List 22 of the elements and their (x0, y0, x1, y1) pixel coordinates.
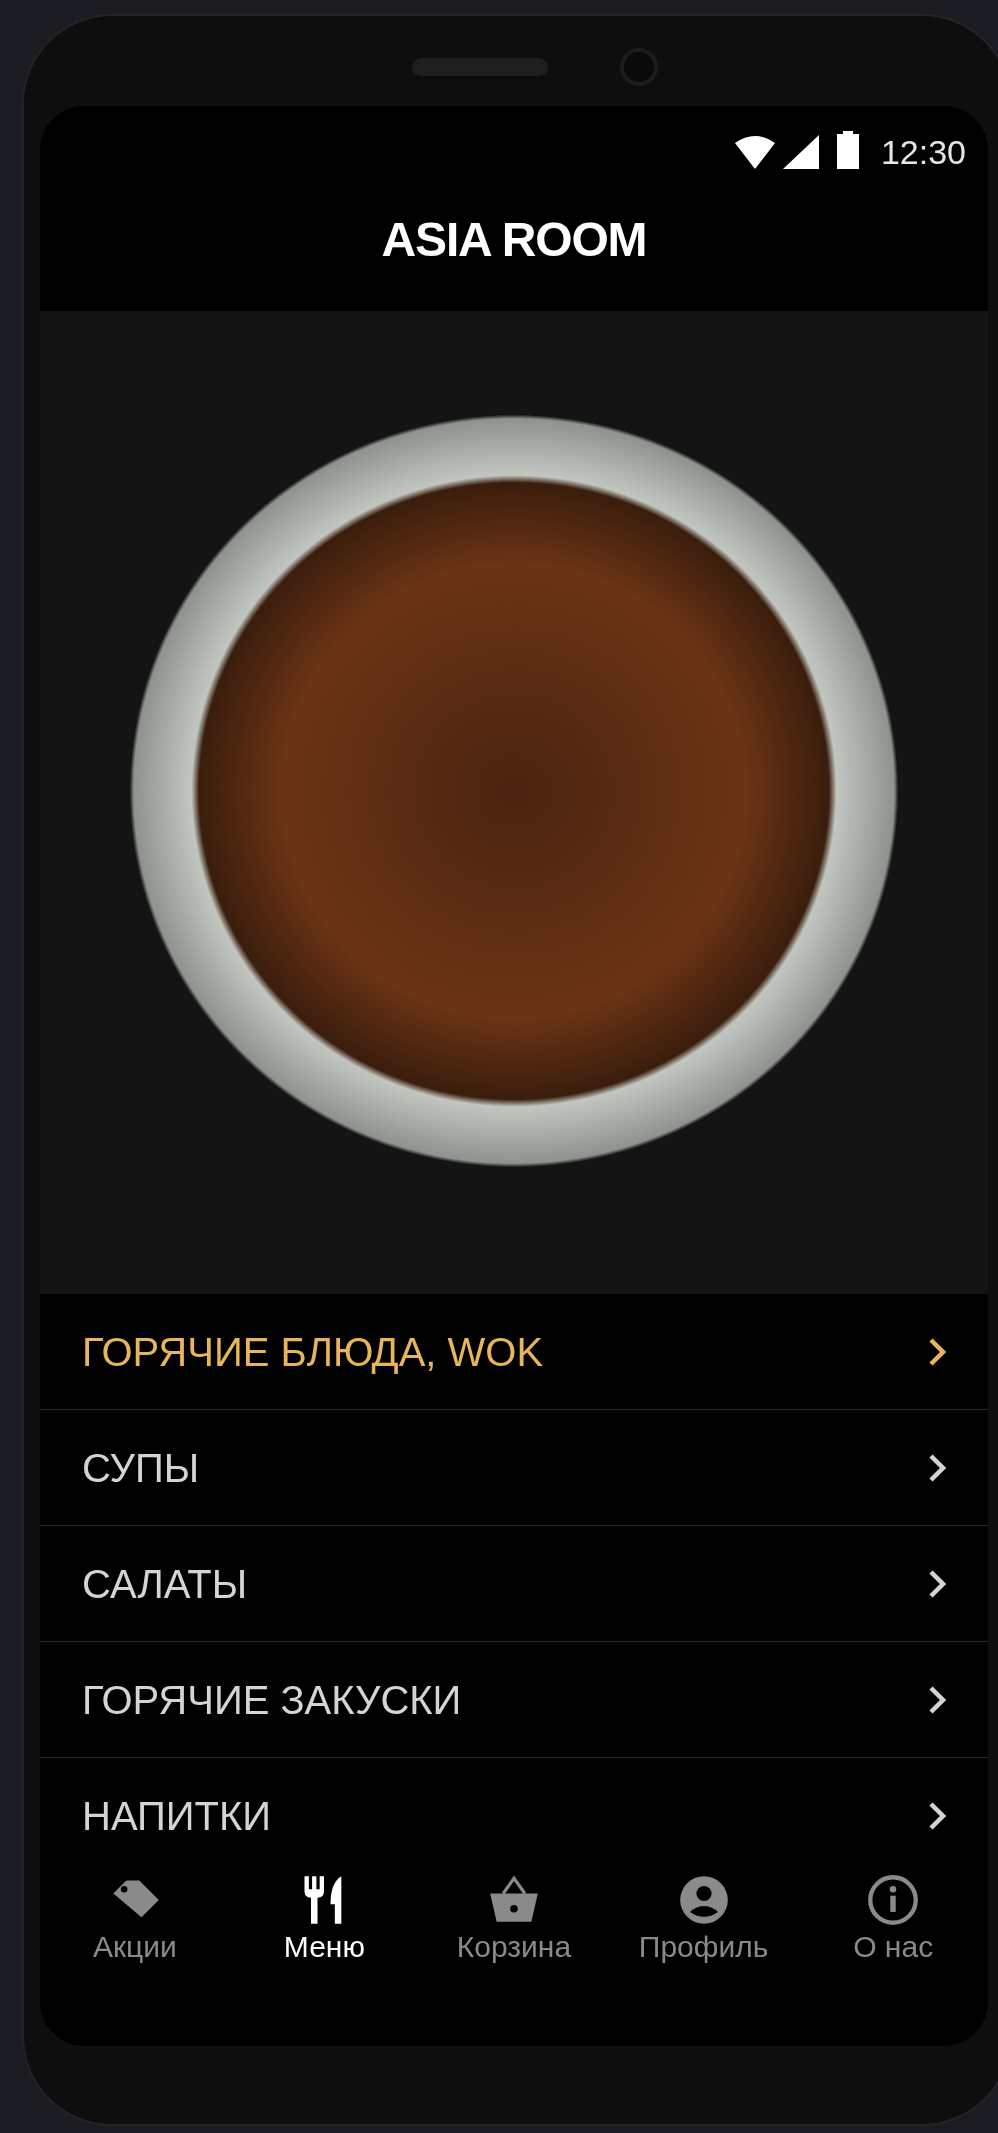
battery-icon (836, 130, 859, 169)
nav-tab[interactable]: Акции (40, 1874, 230, 1982)
chevron-right-icon (928, 1684, 946, 1715)
nav-tab[interactable]: Меню (229, 1874, 420, 1982)
user-circle-icon (677, 1874, 730, 1927)
signal-icon (782, 134, 819, 169)
menu-item[interactable]: ГОРЯЧИЕ БЛЮДА, WOK (40, 1294, 988, 1411)
menu-item[interactable]: САЛАТЫ (40, 1526, 988, 1643)
wifi-icon (734, 134, 775, 169)
menu-item[interactable]: ГОРЯЧИЕ ЗАКУСКИ (40, 1642, 988, 1759)
nav-tab[interactable]: О нас (798, 1874, 988, 1982)
menu-item[interactable]: НАПИТКИ (40, 1758, 988, 1875)
info-icon (867, 1874, 920, 1927)
status-time: 12:30 (880, 134, 966, 169)
chevron-right-icon (928, 1801, 946, 1832)
chevron-right-icon (928, 1452, 946, 1483)
chevron-right-icon (928, 1336, 946, 1367)
nav-tab[interactable]: Корзина (419, 1874, 609, 1982)
app-title: ASIA ROOM (381, 212, 647, 268)
chevron-right-icon (928, 1568, 946, 1599)
nav-tab[interactable]: Профиль (608, 1874, 799, 1982)
menu-item[interactable]: СУПЫ (40, 1410, 988, 1527)
